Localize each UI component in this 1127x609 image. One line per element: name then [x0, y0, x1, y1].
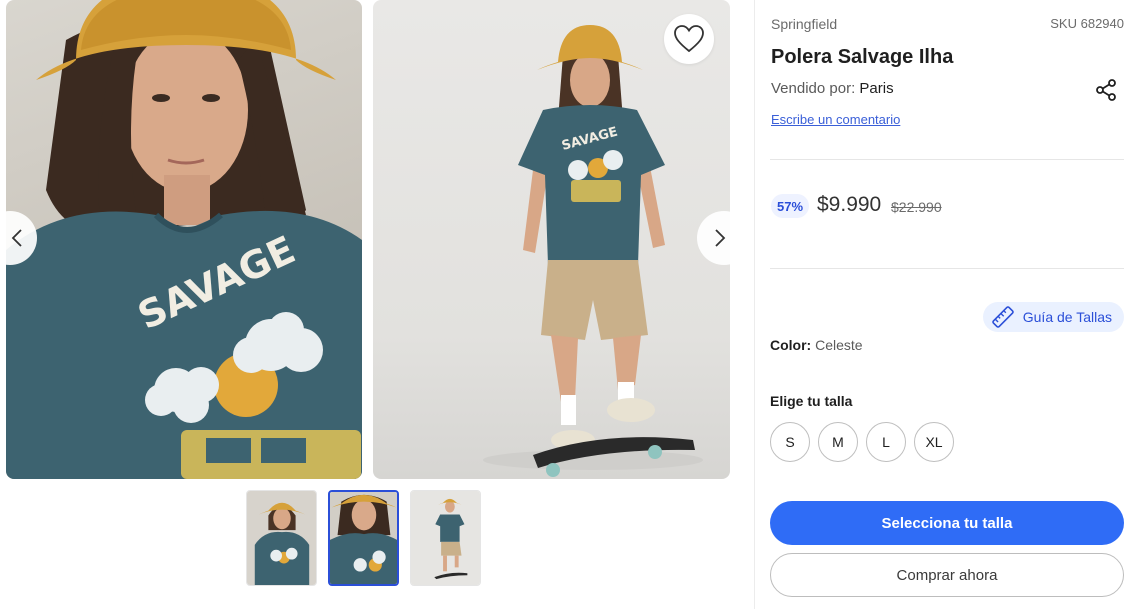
discount-badge: 57%	[771, 194, 809, 218]
product-image-skateboard[interactable]: SAVAGE	[373, 0, 730, 479]
closeup-thumbnail-image	[330, 492, 397, 584]
heart-icon	[674, 25, 704, 53]
product-gallery: SAVAGE SAVAGE	[0, 0, 754, 609]
sku-label: SKU 682940	[1050, 16, 1124, 31]
thumbnail-strip	[246, 490, 481, 586]
product-image-closeup[interactable]: SAVAGE	[6, 0, 362, 479]
size-option-m[interactable]: M	[818, 422, 858, 462]
closeup-illustration: SAVAGE	[6, 0, 362, 479]
size-options: S M L XL	[770, 422, 954, 462]
product-title: Polera Salvage Ilha	[771, 46, 954, 68]
skateboard-thumbnail-image	[411, 491, 480, 585]
skateboard-illustration: SAVAGE	[483, 25, 703, 477]
buy-now-button[interactable]: Comprar ahora	[770, 553, 1124, 597]
chevron-right-icon	[715, 229, 726, 247]
size-guide-label: Guía de Tallas	[1022, 309, 1112, 325]
size-option-s[interactable]: S	[770, 422, 810, 462]
divider	[770, 268, 1124, 269]
color-value: Celeste	[815, 337, 863, 353]
next-image-button[interactable]	[697, 211, 751, 265]
chevron-left-icon	[11, 229, 22, 247]
closeup-thumbnail[interactable]	[328, 490, 399, 586]
select-size-button[interactable]: Selecciona tu talla	[770, 501, 1124, 545]
seller-name[interactable]: Paris	[859, 80, 893, 97]
favorite-button[interactable]	[664, 14, 714, 64]
divider	[770, 159, 1124, 160]
ruler-icon	[991, 306, 1014, 328]
seller-label: Vendido por:	[771, 80, 856, 97]
size-option-xl[interactable]: XL	[914, 422, 954, 462]
size-guide-button[interactable]: Guía de Tallas	[982, 302, 1124, 332]
seller-line: Vendido por: Paris	[771, 80, 894, 97]
color-line: Color: Celeste	[770, 337, 863, 353]
color-label: Color:	[770, 337, 812, 353]
original-price: $22.990	[891, 199, 942, 215]
share-icon	[1096, 79, 1116, 101]
skateboard-thumbnail[interactable]	[410, 490, 481, 586]
size-option-l[interactable]: L	[866, 422, 906, 462]
current-price: $9.990	[817, 193, 882, 216]
front-model-thumbnail[interactable]	[246, 490, 317, 586]
panel-divider	[754, 0, 755, 609]
write-comment-link[interactable]: Escribe un comentario	[771, 112, 900, 127]
brand-name[interactable]: Springfield	[771, 16, 837, 32]
share-button[interactable]	[1094, 78, 1118, 102]
product-info-panel: Springfield SKU 682940 Polera Salvage Il…	[770, 0, 1124, 609]
size-section-title: Elige tu talla	[770, 393, 853, 409]
front-thumbnail-image	[247, 491, 316, 585]
